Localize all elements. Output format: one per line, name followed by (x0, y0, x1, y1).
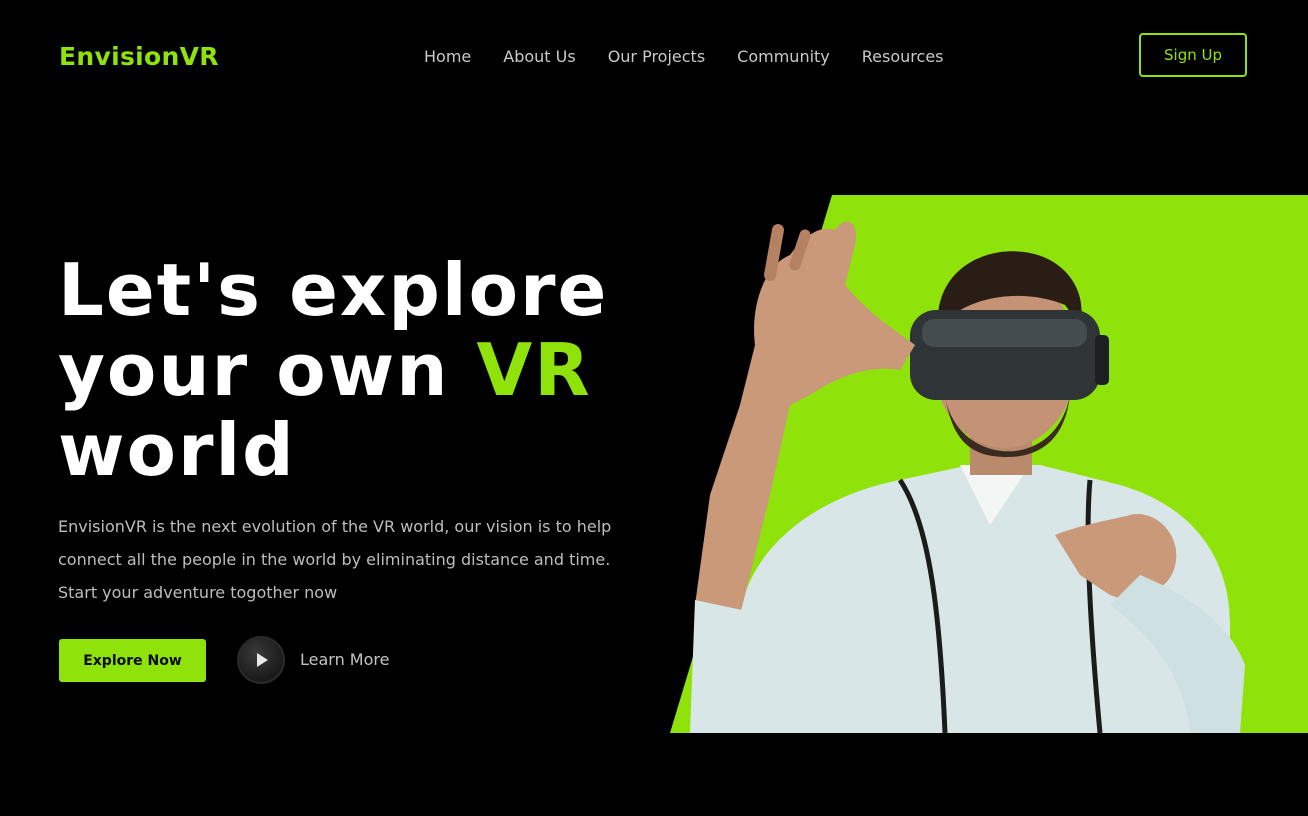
hero-description: EnvisionVR is the next evolution of the … (58, 517, 612, 602)
nav-item-our-projects[interactable]: Our Projects (608, 47, 705, 66)
learn-more-link[interactable]: Learn More (300, 650, 389, 669)
headline-line-1: Let's explore (58, 248, 609, 332)
vr-headset-person-image (670, 195, 1308, 733)
landing-page: EnvisionVR Home About Us Our Projects Co… (0, 0, 1308, 816)
explore-now-button[interactable]: Explore Now (59, 639, 206, 682)
nav-item-about-us[interactable]: About Us (503, 47, 575, 66)
nav-item-home[interactable]: Home (424, 47, 471, 66)
headline-line-3: world (58, 408, 296, 492)
nav-item-community[interactable]: Community (737, 47, 830, 66)
headline-line-2: your own (58, 328, 477, 412)
nav-item-resources[interactable]: Resources (862, 47, 944, 66)
play-icon (257, 653, 268, 667)
sign-up-button[interactable]: Sign Up (1139, 33, 1247, 77)
headline-accent-vr: VR (476, 328, 592, 412)
play-button[interactable] (237, 636, 285, 684)
hero-headline: Let's explore your own VR world (58, 250, 678, 490)
logo[interactable]: EnvisionVR (59, 42, 219, 71)
main-nav: Home About Us Our Projects Community Res… (424, 47, 976, 66)
